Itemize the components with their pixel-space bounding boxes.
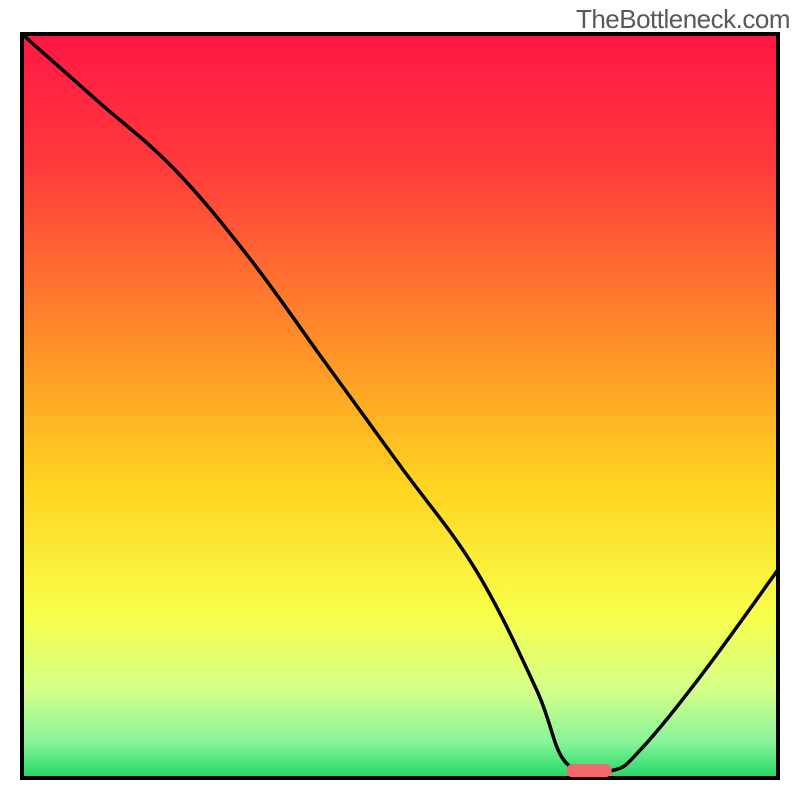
watermark-text: TheBottleneck.com	[576, 4, 790, 35]
plot-background	[22, 34, 778, 778]
bottleneck-chart: TheBottleneck.com	[0, 0, 800, 800]
optimal-marker	[566, 764, 611, 777]
chart-svg	[0, 0, 800, 800]
